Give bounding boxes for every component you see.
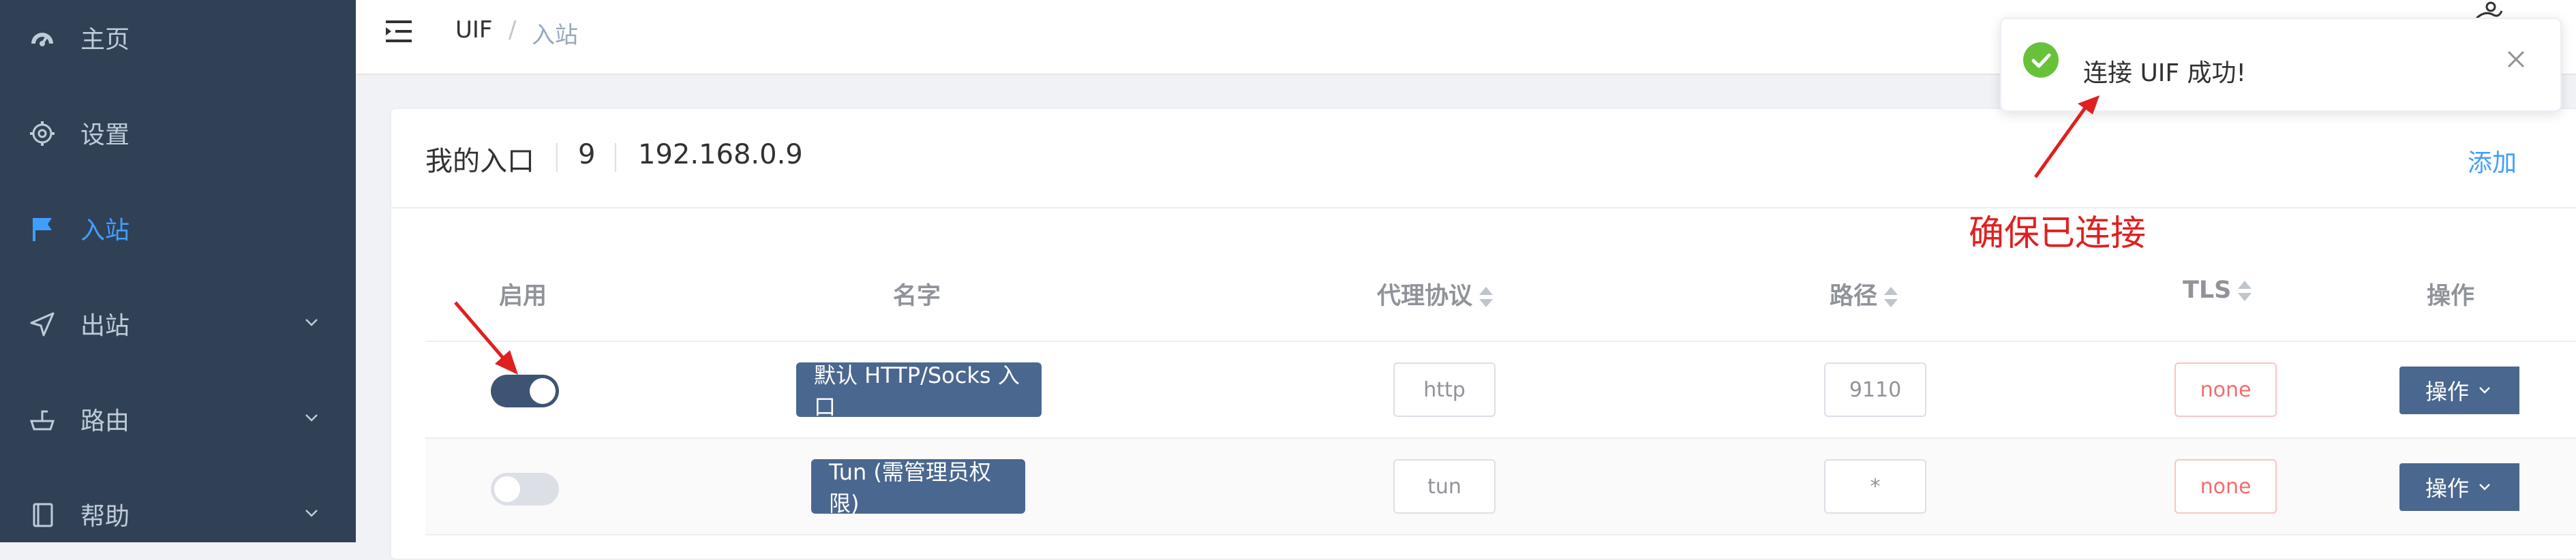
router-icon (29, 406, 56, 433)
path-tag: * (1824, 459, 1926, 514)
gear-icon (29, 120, 56, 147)
path-tag: 9110 (1824, 362, 1926, 417)
book-icon (29, 501, 56, 529)
sidebar-item-routing[interactable]: 路由 (0, 382, 356, 456)
divider (425, 534, 2576, 535)
chevron-down-icon (305, 510, 318, 517)
send-icon (29, 311, 56, 338)
close-icon[interactable] (2506, 49, 2526, 69)
divider (425, 341, 2576, 342)
toast-message: 连接 UIF 成功! (2083, 59, 2246, 87)
sidebar-item-inbound[interactable]: 入站 (0, 191, 356, 266)
divider (615, 143, 616, 172)
divider (425, 437, 2576, 439)
sidebar-item-label: 路由 (80, 407, 130, 435)
enable-toggle[interactable] (491, 473, 559, 505)
chevron-down-icon (2479, 484, 2490, 491)
success-check-icon (2023, 42, 2059, 78)
toggle-knob (494, 476, 520, 502)
sidebar: 主页 设置 入站 出站 路由 帮助 (0, 0, 356, 542)
column-header-tls[interactable]: TLS (2183, 277, 2252, 304)
sort-icon[interactable] (1884, 285, 1898, 309)
column-header-enabled: 启用 (499, 283, 547, 310)
protocol-tag: http (1393, 362, 1496, 417)
card-title: 我的入口 (425, 146, 534, 177)
chevron-down-icon (2479, 387, 2490, 394)
breadcrumb-separator: / (509, 16, 517, 44)
column-header-label: TLS (2183, 277, 2232, 304)
breadcrumb-current: 入站 (532, 22, 578, 49)
annotation-label: 确保已连接 (1969, 213, 2147, 254)
sidebar-item-label: 出站 (80, 312, 130, 340)
flag-icon (29, 215, 56, 243)
sidebar-item-label: 入站 (80, 217, 130, 245)
column-header-name: 名字 (893, 283, 941, 310)
sidebar-item-outbound[interactable]: 出站 (0, 286, 356, 361)
actions-label: 操作 (2425, 476, 2470, 501)
sort-icon[interactable] (1479, 285, 1494, 309)
sidebar-item-settings[interactable]: 设置 (0, 95, 356, 170)
sidebar-item-label: 帮助 (80, 503, 130, 531)
enable-toggle[interactable] (491, 375, 559, 407)
sidebar-item-label: 设置 (80, 121, 130, 149)
hamburger-menu-icon[interactable] (386, 19, 414, 44)
sidebar-item-label: 主页 (80, 26, 130, 54)
column-header-path[interactable]: 路径 (1830, 277, 1898, 311)
chevron-down-icon (305, 319, 318, 326)
column-header-label: 路径 (1830, 283, 1878, 310)
sidebar-item-help[interactable]: 帮助 (0, 477, 356, 552)
dashboard-icon (29, 25, 56, 52)
server-address: 192.168.0.9 (638, 139, 803, 170)
inbound-name-button[interactable]: Tun (需管理员权限) (811, 459, 1025, 516)
column-header-label: 代理协议 (1377, 283, 1473, 310)
chevron-down-icon (305, 414, 318, 422)
protocol-tag: tun (1393, 459, 1496, 514)
sidebar-item-home[interactable]: 主页 (0, 0, 356, 75)
tls-tag: none (2175, 459, 2277, 514)
column-header-protocol[interactable]: 代理协议 (1377, 277, 1494, 311)
actions-dropdown-button[interactable]: 操作 (2399, 463, 2519, 511)
add-button[interactable]: 添加 (2468, 143, 2517, 178)
actions-label: 操作 (2425, 379, 2470, 405)
divider (556, 143, 558, 172)
inbound-count: 9 (578, 139, 596, 170)
sort-icon[interactable] (2238, 279, 2252, 302)
toggle-knob (530, 378, 556, 404)
tls-tag: none (2175, 362, 2277, 417)
breadcrumb-root[interactable]: UIF (455, 16, 492, 44)
inbound-name-button[interactable]: 默认 HTTP/Socks 入口 (796, 362, 1042, 420)
actions-dropdown-button[interactable]: 操作 (2399, 367, 2519, 414)
column-header-actions: 操作 (2427, 283, 2475, 310)
